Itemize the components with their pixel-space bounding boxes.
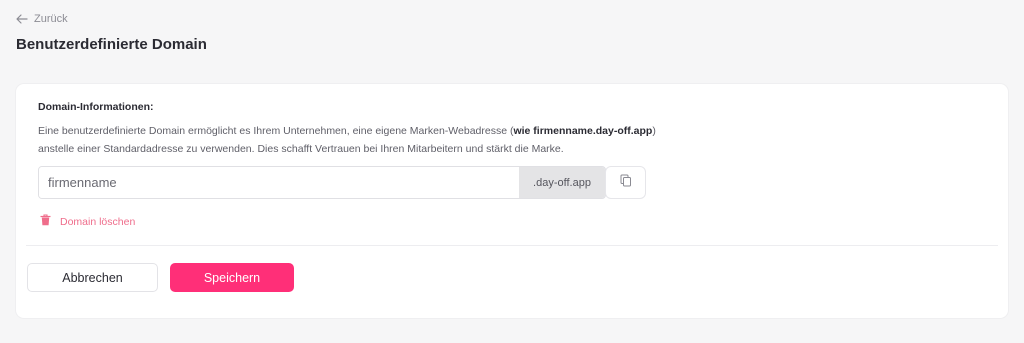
copy-icon bbox=[620, 174, 632, 192]
arrow-left-icon bbox=[16, 14, 28, 24]
subdomain-input[interactable] bbox=[39, 167, 519, 198]
domain-input-group: .day-off.app bbox=[38, 166, 606, 199]
back-link-label: Zurück bbox=[34, 13, 68, 25]
divider bbox=[26, 245, 998, 246]
description-example-domain: wie firmenname.day-off.app bbox=[513, 125, 653, 137]
cancel-button[interactable]: Abbrechen bbox=[27, 263, 158, 292]
trash-icon bbox=[40, 214, 51, 229]
description-text-start: Eine benutzerdefinierte Domain ermöglich… bbox=[38, 125, 514, 137]
domain-suffix: .day-off.app bbox=[519, 167, 605, 198]
domain-description: Eine benutzerdefinierte Domain ermöglich… bbox=[38, 122, 678, 158]
page-title: Benutzerdefinierte Domain bbox=[16, 36, 207, 53]
copy-button[interactable] bbox=[605, 166, 646, 199]
delete-domain-label: Domain löschen bbox=[60, 215, 136, 228]
domain-card: Domain-Informationen: Eine benutzerdefin… bbox=[16, 84, 1008, 318]
section-heading: Domain-Informationen: bbox=[38, 101, 154, 113]
delete-domain-button[interactable]: Domain löschen bbox=[40, 214, 135, 229]
back-link[interactable]: Zurück bbox=[16, 13, 68, 25]
save-button[interactable]: Speichern bbox=[170, 263, 294, 292]
